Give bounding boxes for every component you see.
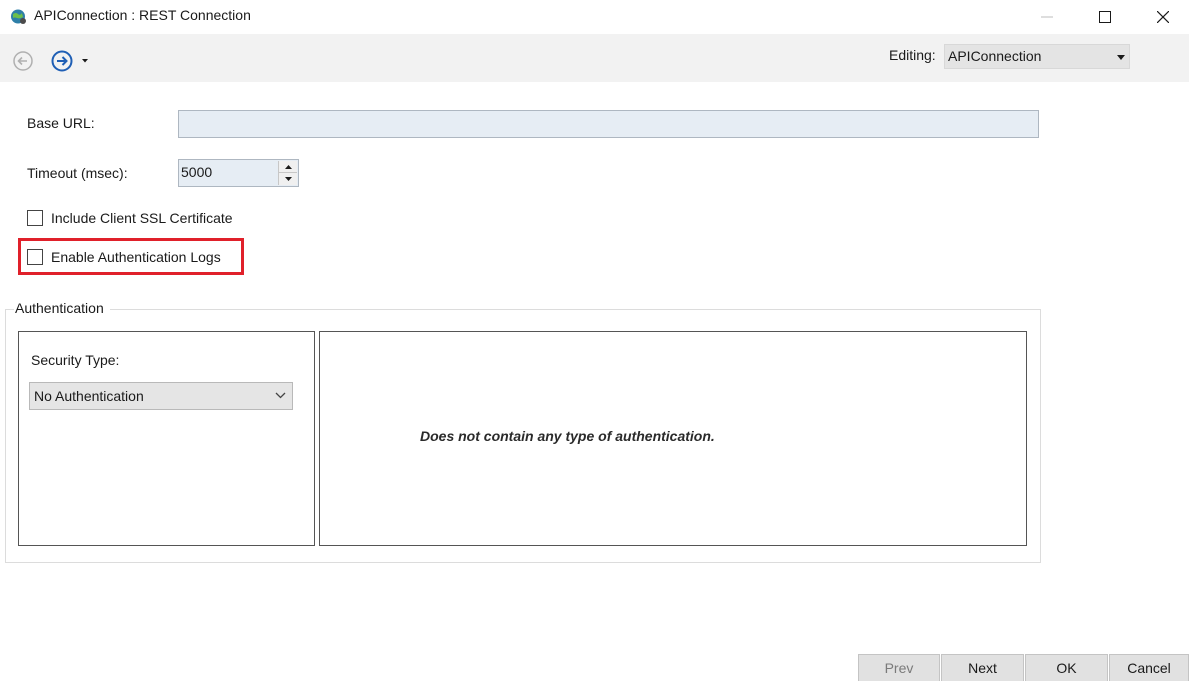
editing-select[interactable]: APIConnection xyxy=(944,44,1130,69)
close-icon xyxy=(1157,10,1169,23)
minimize-icon xyxy=(1041,16,1053,17)
back-arrow-icon[interactable] xyxy=(12,50,34,72)
app-globe-icon xyxy=(11,9,26,24)
prev-button[interactable]: Prev xyxy=(858,654,940,681)
cancel-button[interactable]: Cancel xyxy=(1109,654,1189,681)
triangle-down-icon xyxy=(284,177,292,181)
editing-select-value: APIConnection xyxy=(948,48,1042,64)
spin-up-button[interactable] xyxy=(279,161,297,173)
maximize-icon xyxy=(1099,10,1111,23)
include-ssl-checkbox[interactable] xyxy=(27,210,43,226)
timeout-spin-buttons xyxy=(278,161,297,185)
chevron-down-icon xyxy=(1117,55,1125,60)
security-type-value: No Authentication xyxy=(34,388,144,404)
include-ssl-label: Include Client SSL Certificate xyxy=(51,210,233,226)
chevron-down-icon[interactable] xyxy=(80,57,90,65)
authentication-description: Does not contain any type of authenticat… xyxy=(420,428,715,444)
ok-button[interactable]: OK xyxy=(1025,654,1108,681)
maximize-button[interactable] xyxy=(1076,0,1134,33)
spin-down-button[interactable] xyxy=(279,173,297,185)
timeout-stepper[interactable]: 5000 xyxy=(178,159,299,187)
forward-arrow-icon[interactable] xyxy=(50,49,74,73)
window-title: APIConnection : REST Connection xyxy=(34,7,251,23)
close-button[interactable] xyxy=(1134,0,1189,33)
security-type-label: Security Type: xyxy=(31,352,120,368)
include-ssl-checkbox-row[interactable]: Include Client SSL Certificate xyxy=(27,210,233,226)
timeout-value: 5000 xyxy=(181,164,213,180)
chevron-down-icon xyxy=(275,392,286,399)
triangle-up-icon xyxy=(284,164,292,169)
editing-label: Editing: xyxy=(889,47,936,63)
timeout-label: Timeout (msec): xyxy=(27,165,128,181)
security-type-select[interactable]: No Authentication xyxy=(29,382,293,410)
toolbar: Editing: APIConnection xyxy=(0,34,1189,82)
title-bar: APIConnection : REST Connection xyxy=(0,0,1189,33)
authentication-group-title: Authentication xyxy=(14,300,110,316)
highlight-box xyxy=(18,238,244,275)
base-url-input[interactable] xyxy=(178,110,1039,138)
base-url-label: Base URL: xyxy=(27,115,95,131)
next-button[interactable]: Next xyxy=(941,654,1024,681)
minimize-button[interactable] xyxy=(1018,0,1076,33)
